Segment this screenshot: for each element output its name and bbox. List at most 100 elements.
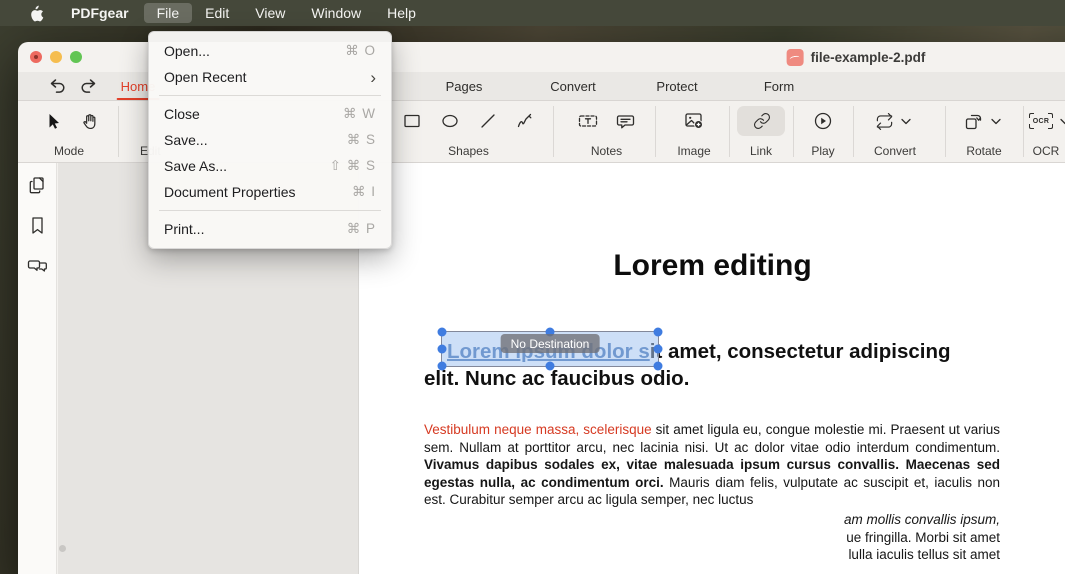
tab-pages[interactable]: Pages [440, 72, 489, 101]
toolbar-group-label: OCR [1032, 144, 1060, 158]
panel-scrollbar-dot[interactable] [59, 545, 66, 552]
rotate-button[interactable] [962, 110, 984, 132]
subheading-line-1-rest: it amet, consectetur adipiscing [649, 340, 951, 363]
comments-panel-button[interactable] [27, 255, 48, 276]
ocr-button[interactable]: OCR [1028, 110, 1054, 132]
chevron-down-icon [991, 118, 1001, 125]
select-mode-button[interactable] [42, 110, 64, 132]
convert-button[interactable] [873, 110, 895, 132]
no-destination-tooltip: No Destination [500, 334, 600, 353]
convert-dropdown-button[interactable] [901, 118, 911, 125]
toolbar-group-label: Rotate [966, 144, 1002, 158]
menu-item-save[interactable]: Save... ⌘ S [149, 127, 391, 153]
toolbar-group-label: Play [811, 144, 835, 158]
menubar-item-edit[interactable]: Edit [192, 3, 242, 23]
chevron-down-icon [901, 118, 911, 125]
menu-item-label: Open Recent [164, 69, 247, 85]
tab-convert[interactable]: Convert [544, 72, 602, 101]
menu-item-label: Print... [164, 221, 205, 237]
menubar-item-view[interactable]: View [242, 3, 298, 23]
window-title: file-example-2.pdf [786, 42, 925, 72]
partially-erased-lines: am mollis convallis ipsum, ue fringilla.… [424, 511, 1000, 564]
toolbar-group-label: Image [677, 144, 711, 158]
macos-menubar: PDFgear File Edit View Window Help [0, 0, 1065, 26]
menu-item-label: Document Properties [164, 184, 296, 200]
toolbar-separator [655, 106, 656, 157]
menubar-item-file[interactable]: File [143, 3, 193, 23]
line-icon [479, 112, 497, 130]
ellipse-shape-button[interactable] [439, 110, 461, 132]
tab-protect[interactable]: Protect [650, 72, 703, 101]
selection-handle-top-left[interactable] [437, 327, 447, 337]
erased-line-fragment: am mollis convallis ipsum, [843, 512, 1000, 527]
ellipse-icon [441, 112, 459, 130]
play-circle-icon [813, 111, 833, 131]
bookmark-icon [27, 215, 48, 236]
rectangle-icon [403, 112, 421, 130]
menu-item-open-recent[interactable]: Open Recent › [149, 64, 391, 90]
apple-logo-icon [30, 5, 44, 22]
toolbar-group-label: Link [749, 144, 773, 158]
toolbar-group-mode: Mode [34, 101, 104, 163]
menu-item-shortcut: ⌘ W [343, 106, 376, 121]
toolbar-separator [729, 106, 730, 157]
toolbar-group-label: Mode [53, 144, 85, 158]
toolbar-separator [118, 106, 119, 157]
tab-form[interactable]: Form [758, 72, 800, 101]
selection-handle-mid-left[interactable] [437, 344, 447, 354]
menu-item-print[interactable]: Print... ⌘ P [149, 216, 391, 242]
menu-item-document-properties[interactable]: Document Properties ⌘ I [149, 179, 391, 205]
menubar-item-window[interactable]: Window [298, 3, 374, 23]
toolbar-group-ocr: OCR OCR [1018, 101, 1065, 163]
menu-separator [159, 210, 381, 211]
pages-thumbnails-icon [27, 175, 48, 196]
document-heading: Lorem editing [613, 249, 812, 282]
document-page[interactable]: Lorem editing Lorem ipsum dolor sit amet… [358, 163, 1065, 574]
redo-icon [78, 77, 98, 97]
menu-item-save-as[interactable]: Save As... ⇧ ⌘ S [149, 153, 391, 179]
link-chain-icon [753, 112, 771, 130]
selection-handle-top-right[interactable] [653, 327, 663, 337]
menu-item-label: Open... [164, 43, 210, 59]
bookmarks-button[interactable] [27, 215, 48, 236]
apple-menu[interactable] [18, 3, 56, 24]
menu-item-close[interactable]: Close ⌘ W [149, 101, 391, 127]
comment-button[interactable] [614, 110, 636, 132]
link-button[interactable] [751, 110, 773, 132]
menubar-app-name[interactable]: PDFgear [56, 3, 144, 23]
line-shape-button[interactable] [477, 110, 499, 132]
rectangle-shape-button[interactable] [401, 110, 423, 132]
redo-button[interactable] [78, 77, 98, 97]
zoom-window-button[interactable] [70, 51, 82, 63]
rotate-dropdown-button[interactable] [991, 118, 1001, 125]
insert-image-button[interactable] [683, 110, 705, 132]
scribble-pen-icon [516, 112, 535, 131]
toolbar-group-notes: Notes [569, 101, 644, 163]
toolbar-group-rotate: Rotate [953, 101, 1015, 163]
ocr-brackets-icon: OCR [1029, 113, 1053, 129]
ocr-dropdown-button[interactable] [1060, 118, 1065, 125]
menu-item-open[interactable]: Open... ⌘ O [149, 38, 391, 64]
hand-mode-button[interactable] [78, 110, 100, 132]
left-sidebar [18, 163, 57, 574]
close-window-button[interactable] [30, 51, 42, 63]
page-thumbnails-button[interactable] [27, 175, 48, 196]
toolbar-group-play: Play [801, 101, 845, 163]
erased-line-fragment: lulla iaculis tellus sit amet [848, 547, 1000, 563]
minimize-window-button[interactable] [50, 51, 62, 63]
play-button[interactable] [812, 110, 834, 132]
selection-handle-bottom-center[interactable] [545, 361, 555, 371]
menubar-item-help[interactable]: Help [374, 3, 429, 23]
selection-handle-bottom-left[interactable] [437, 361, 447, 371]
selection-handle-bottom-right[interactable] [653, 361, 663, 371]
menu-separator [159, 95, 381, 96]
freehand-draw-button[interactable] [514, 110, 536, 132]
submenu-chevron-icon: › [370, 67, 376, 87]
text-box-button[interactable] [577, 110, 599, 132]
menu-item-shortcut: ⇧ ⌘ S [329, 158, 376, 173]
link-annotation-selection[interactable]: No Destination [437, 327, 663, 371]
file-menu-dropdown: Open... ⌘ O Open Recent › Close ⌘ W Save… [148, 31, 392, 249]
selection-handle-mid-right[interactable] [653, 344, 663, 354]
undo-button[interactable] [48, 77, 68, 97]
subheading-line-2: elit. Nunc ac faucibus odio. [424, 367, 690, 390]
